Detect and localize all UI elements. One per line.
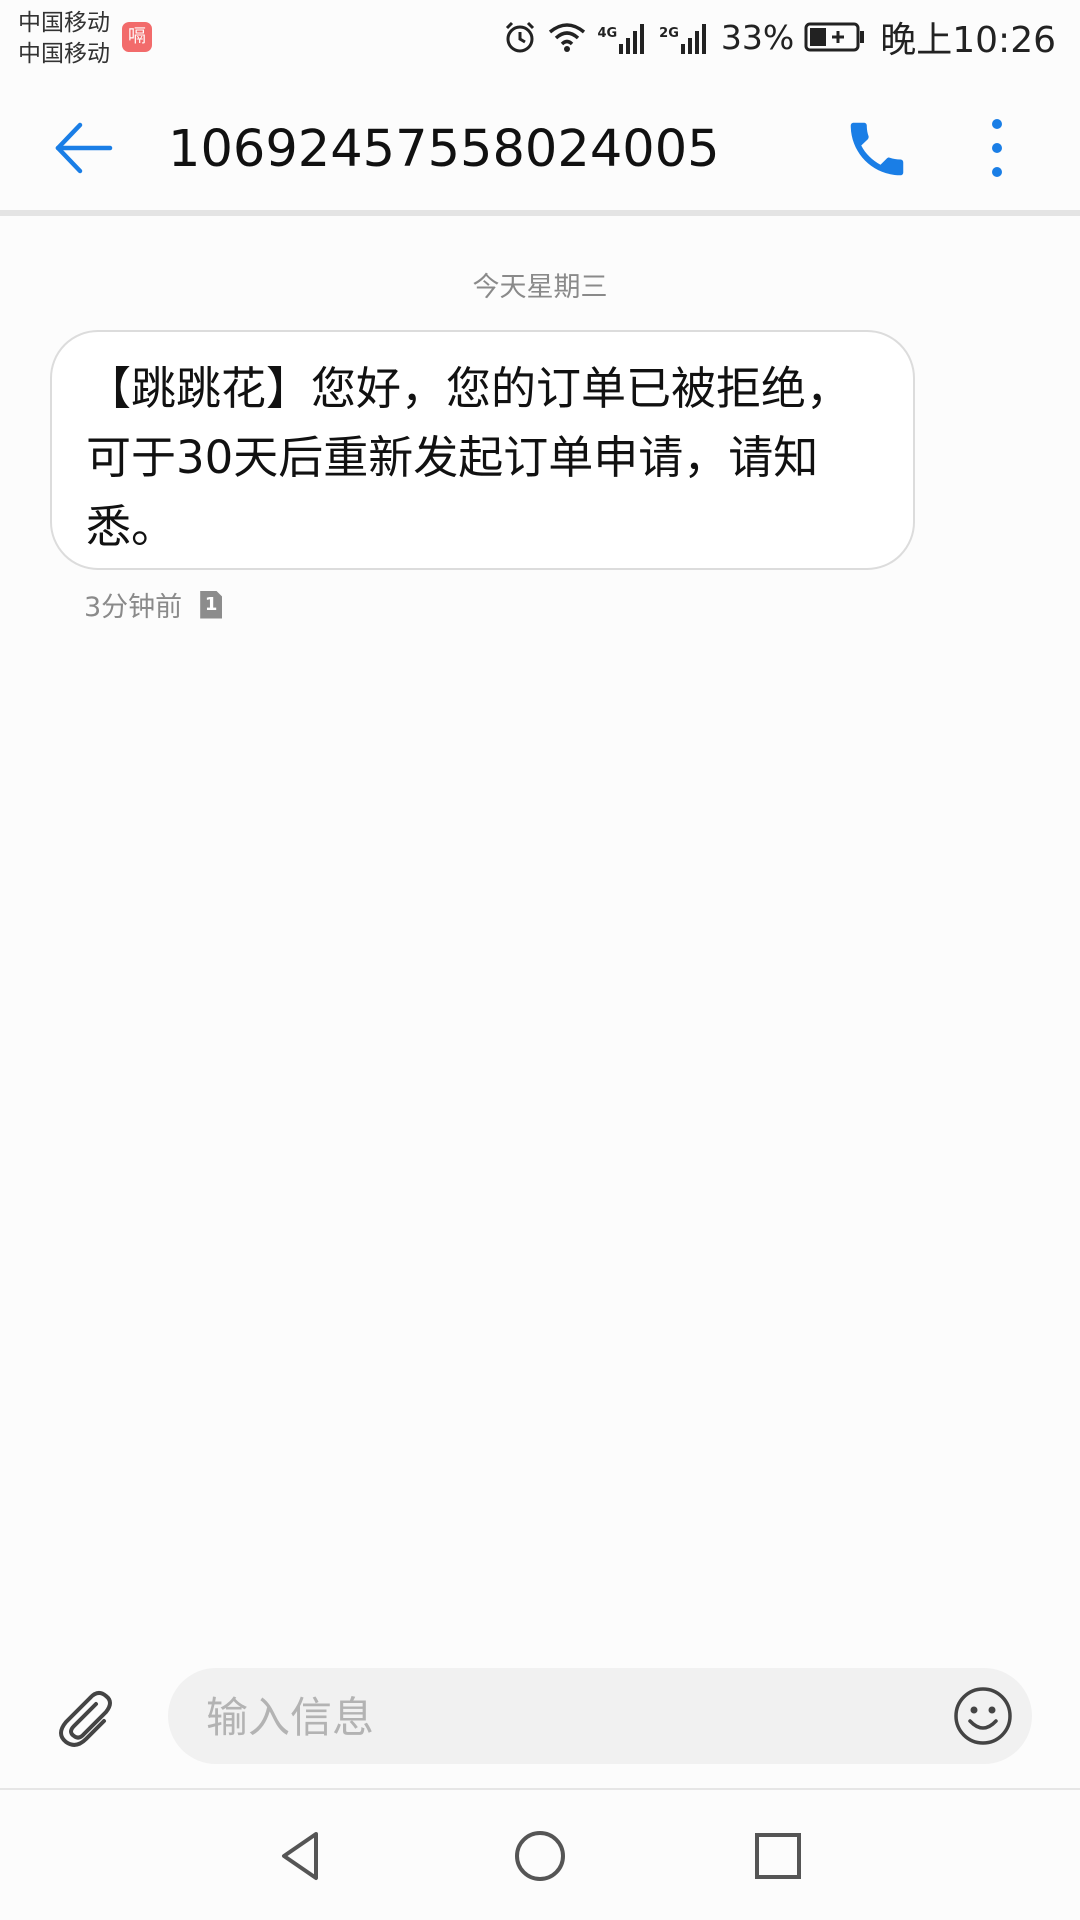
attach-button[interactable] (52, 1684, 118, 1750)
carrier-1: 中国移动 (18, 10, 110, 36)
signal-2g: 2G (659, 20, 711, 54)
date-separator: 今天星期三 (472, 272, 608, 303)
message-bubble[interactable]: 【跳跳花】您好，您的订单已被拒绝，可于30天后重新发起订单申请，请知悉。 (50, 330, 915, 570)
more-vertical-icon (992, 119, 1002, 177)
page-title: 10692457558024005 (168, 120, 720, 179)
emoji-button[interactable] (952, 1685, 1014, 1747)
arrow-left-icon (55, 122, 113, 174)
triangle-back-icon (282, 1832, 318, 1880)
network-type-1: 4G (597, 26, 618, 41)
nav-recent-button[interactable] (748, 1826, 808, 1886)
clock: 晚上10:26 (880, 20, 1056, 61)
nav-divider (0, 1788, 1080, 1790)
back-button[interactable] (50, 115, 116, 181)
nav-home-button[interactable] (510, 1826, 570, 1886)
message-text: 【跳跳花】您好，您的订单已被拒绝，可于30天后重新发起订单申请，请知悉。 (86, 362, 852, 553)
signal-4g: 4G (597, 20, 649, 54)
signal-bars-icon (680, 24, 706, 54)
signal-bars-icon (619, 24, 645, 54)
alarm-icon (503, 20, 537, 54)
status-icons: 4G 2G 33% 晚上10:26 (493, 12, 1056, 62)
nav-back-button[interactable] (272, 1826, 332, 1886)
message-time: 3分钟前 (84, 592, 183, 623)
carrier-2: 中国移动 (18, 41, 110, 67)
status-bar: 中国移动 中国移动 嗝 4G 2G 33% 晚上10:26 (0, 0, 1080, 80)
header-divider (0, 210, 1080, 216)
smiley-icon (954, 1687, 1012, 1745)
message-composer (168, 1668, 1032, 1766)
message-meta: 3分钟前 1 (84, 585, 223, 624)
carrier-names: 中国移动 中国移动 (18, 8, 110, 70)
square-recent-icon (755, 1833, 801, 1879)
message-input[interactable] (204, 1668, 908, 1766)
call-button[interactable] (842, 114, 912, 184)
wifi-icon (547, 20, 587, 54)
carrier-badge: 嗝 (122, 22, 152, 52)
phone-icon (850, 122, 904, 176)
battery-percent: 33% (720, 17, 795, 57)
conversation-header: 10692457558024005 (0, 80, 1080, 210)
circle-home-icon (515, 1831, 565, 1881)
network-type-2: 2G (659, 26, 679, 41)
more-button[interactable] (980, 112, 1014, 184)
sim-card-icon: 1 (200, 590, 223, 619)
battery-charging-icon (804, 22, 866, 52)
paperclip-icon (59, 1691, 112, 1747)
